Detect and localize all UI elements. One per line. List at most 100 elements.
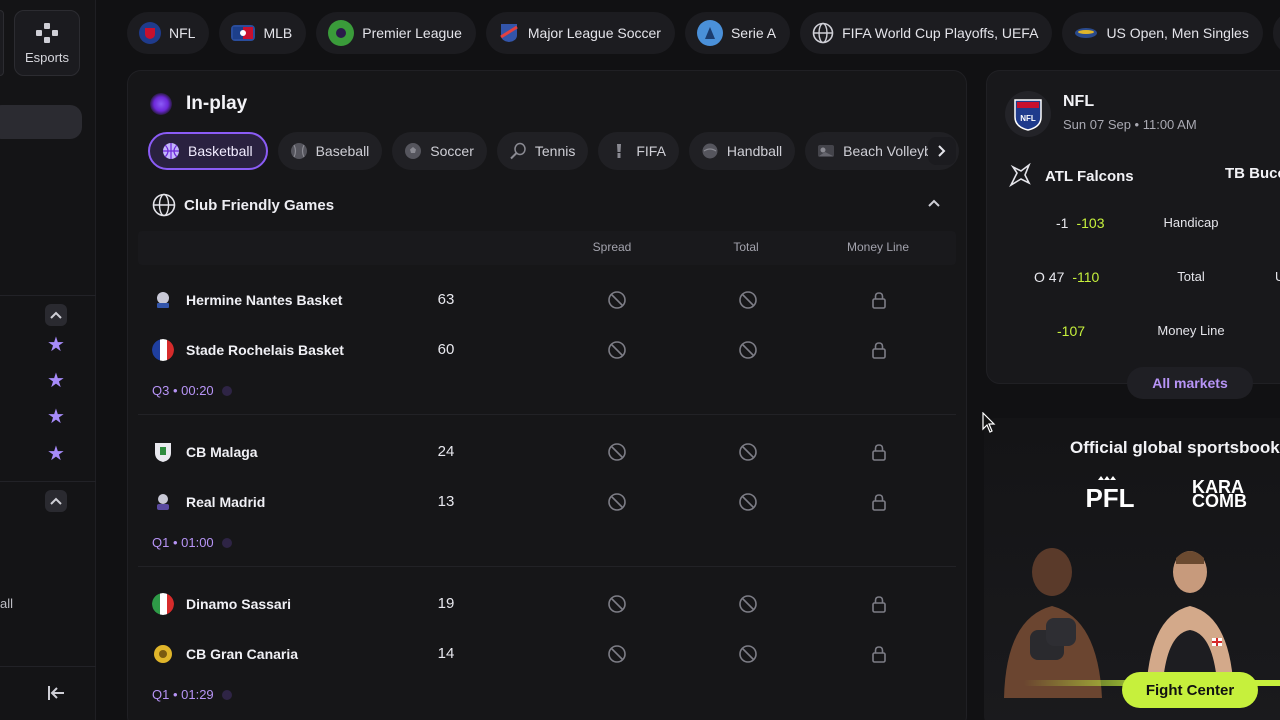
inplay-panel: In-play Basketball Baseball Soccer Tenni… [127, 70, 967, 720]
match-period-time: Q1 • 01:00 [152, 535, 214, 550]
chevron-right-icon [938, 145, 946, 157]
app-root: Esports ★ ★ ★ ★ all NFL MLB Premier Leag… [0, 0, 1280, 720]
match-clock: Q3 • 00:20 [152, 383, 232, 398]
match-row[interactable]: Hermine Nantes Basket 63 Stade Rochelais… [138, 265, 956, 415]
competition-collapse-button[interactable] [922, 191, 946, 215]
league-chip-mlb[interactable]: MLB [219, 12, 307, 54]
match-period-time: Q1 • 01:29 [152, 687, 214, 702]
featured-match-card: NFL NFL Sun 07 Sep • 11:00 AM ATL Falcon… [986, 70, 1280, 399]
left-sidebar: Esports ★ ★ ★ ★ all [0, 0, 96, 720]
featured-away-team: TB Bucc [1225, 165, 1280, 182]
column-header-total: Total [733, 240, 759, 254]
favorite-star-icon[interactable]: ★ [46, 371, 66, 391]
league-label: Major League Soccer [527, 25, 661, 41]
league-chip-fifa-world-cup[interactable]: FIFA World Cup Playoffs, UEFA [800, 12, 1053, 54]
sport-tab-label: Soccer [430, 143, 474, 159]
home-team: Hermine Nantes Basket [152, 289, 342, 311]
sport-tab-label: Handball [726, 143, 783, 159]
live-dot-icon [221, 689, 232, 700]
team-name: CB Malaga [186, 444, 258, 460]
favorite-star-icon[interactable]: ★ [46, 444, 66, 464]
sidebar-item-label[interactable]: all [0, 596, 13, 611]
favorites-collapse-button[interactable] [45, 304, 67, 326]
handball-icon [702, 143, 718, 159]
mouse-cursor-icon [982, 412, 996, 433]
league-label: US Open, Men Singles [1106, 25, 1249, 41]
team-logo-icon [155, 443, 171, 462]
mlb-icon [231, 25, 256, 41]
league-chip-us-open[interactable]: US Open, Men Singles [1062, 12, 1263, 54]
team-name: ATL Falcons [1045, 167, 1134, 185]
collapse-sidebar-icon[interactable] [46, 683, 66, 703]
total-line: O 47 [1034, 269, 1065, 285]
match-clock: Q1 • 01:00 [152, 535, 232, 550]
favorite-star-icon[interactable]: ★ [46, 407, 66, 427]
league-chip-serie-a[interactable]: Serie A [684, 12, 791, 54]
team-name: Dinamo Sassari [186, 596, 292, 612]
team-logo-icon [154, 645, 172, 663]
tab-baseball[interactable]: Baseball [277, 132, 383, 170]
inplay-title: In-play [186, 93, 248, 114]
pfl-logo-text: PFL [1085, 483, 1134, 510]
baseball-icon [290, 143, 307, 159]
sport-tab-label: Baseball [315, 143, 370, 159]
sidebar-nav-stub[interactable] [0, 10, 4, 76]
unavailable-icon [608, 493, 626, 511]
team-score: 19 [437, 595, 455, 612]
odds-column-headers: Spread Total Money Line [138, 231, 956, 265]
match-row[interactable]: Dinamo Sassari 19 CB Gran Canaria 14 Q1 … [138, 569, 956, 719]
lock-icon [872, 342, 886, 359]
league-label: Serie A [730, 25, 777, 41]
league-label: FIFA World Cup Playoffs, UEFA [842, 25, 1039, 41]
esports-button[interactable]: Esports [14, 10, 80, 76]
serie-a-icon [696, 20, 723, 46]
karate-combat-logo: KARA COMB [1192, 478, 1247, 511]
featured-league: NFL [1063, 93, 1095, 110]
competition-header[interactable]: Club Friendly Games [138, 181, 956, 225]
match-row[interactable]: CB Malaga 24 Real Madrid 13 Q1 • 01:00 [138, 417, 956, 567]
away-team: CB Gran Canaria [152, 643, 298, 665]
away-team: Stade Rochelais Basket [152, 339, 344, 361]
market-label-handicap: Handicap [1163, 215, 1219, 230]
team-logo-icon [157, 292, 169, 308]
away-total-line[interactable]: U [1275, 269, 1280, 284]
league-chip-premier-league[interactable]: Premier League [316, 12, 476, 54]
sport-tab-label: Basketball [188, 143, 253, 159]
brand-logo-text: COMB [1192, 491, 1247, 511]
tab-tennis[interactable]: Tennis [496, 132, 589, 170]
team-name: CB Gran Canaria [186, 646, 299, 662]
league-chip-mls[interactable]: Major League Soccer [485, 12, 675, 54]
tab-fifa[interactable]: FIFA [598, 132, 679, 170]
unavailable-icon [608, 291, 626, 309]
team-score: 24 [437, 443, 455, 460]
featured-date: Sun 07 Sep • 11:00 AM [1063, 117, 1197, 132]
svg-text:NFL: NFL [1020, 114, 1036, 123]
tab-soccer[interactable]: Soccer [392, 132, 487, 170]
all-markets-button[interactable]: All markets [1127, 367, 1253, 399]
handicap-odds-button[interactable]: -1 -103 [1056, 215, 1104, 231]
match-clock: Q1 • 01:29 [152, 687, 232, 702]
fifa-trophy-icon [617, 144, 622, 158]
moneyline-odds-button[interactable]: -107 [1057, 323, 1085, 339]
team-name: Real Madrid [186, 494, 266, 510]
league-chip-more[interactable] [1272, 12, 1280, 54]
basketball-icon [163, 143, 179, 159]
lock-icon [872, 646, 886, 663]
fight-center-button[interactable]: Fight Center [1122, 672, 1258, 708]
promo-banner[interactable]: Official global sportsbook PFL KARA COMB… [984, 418, 1280, 720]
total-odds-button[interactable]: O 47 -110 [1034, 269, 1099, 285]
tab-basketball[interactable]: Basketball [148, 132, 268, 170]
sports-collapse-button[interactable] [45, 490, 67, 512]
team-score: 60 [437, 341, 455, 358]
league-chip-nfl[interactable]: NFL [127, 12, 210, 54]
live-indicator-icon [150, 93, 172, 115]
favorite-star-icon[interactable]: ★ [46, 335, 66, 355]
sidebar-divider [0, 666, 96, 667]
competition-name: Club Friendly Games [184, 196, 335, 214]
tabs-next-button[interactable] [928, 137, 956, 165]
unavailable-icon [608, 595, 626, 613]
team-name: Hermine Nantes Basket [186, 292, 343, 308]
handicap-odds: -103 [1076, 215, 1105, 231]
tab-handball[interactable]: Handball [688, 132, 796, 170]
sidebar-search-pill[interactable] [0, 105, 82, 139]
